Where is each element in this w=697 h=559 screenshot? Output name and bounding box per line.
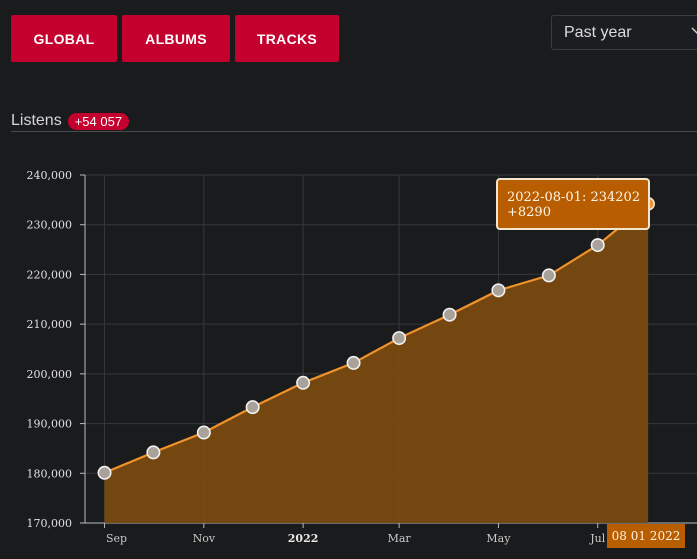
y-tick-label: 220,000 — [27, 268, 73, 281]
listens-chart: 170,000 180,000 190,000 200,000 210,000 220,0… — [27, 169, 697, 545]
x-hover-date-label: 08 01 2022 — [607, 524, 685, 548]
tooltip-delta: +8290 — [507, 205, 551, 220]
x-tick-label: Nov — [193, 532, 216, 545]
data-point — [245, 400, 260, 415]
y-tick-label: 200,000 — [27, 368, 73, 381]
data-point — [442, 307, 457, 322]
data-point — [346, 355, 361, 370]
chart-tooltip: 2022-08-01: 234202 +8290 — [496, 178, 650, 230]
x-tick-label: Jul — [589, 532, 605, 545]
y-tick-label: 210,000 — [27, 318, 73, 331]
data-point — [590, 238, 605, 253]
y-tick-label: 190,000 — [27, 418, 73, 431]
tooltip-value: 2022-08-01: 234202 — [507, 190, 641, 205]
data-point — [392, 331, 407, 346]
series-area — [104, 203, 649, 523]
x-tick-label: 2022 — [288, 532, 319, 545]
x-tick-label: Mar — [388, 532, 412, 545]
y-tick-label: 180,000 — [27, 467, 73, 480]
data-point — [541, 268, 556, 283]
data-point — [196, 425, 211, 440]
data-point — [146, 445, 161, 460]
y-tick-label: 170,000 — [27, 517, 73, 530]
y-tick-label: 240,000 — [27, 169, 73, 182]
data-point — [97, 465, 112, 480]
data-point — [491, 283, 506, 298]
y-tick-label: 230,000 — [27, 219, 73, 232]
x-tick-label: Sep — [106, 532, 127, 545]
x-tick-label: May — [486, 532, 511, 545]
data-point — [296, 375, 311, 390]
